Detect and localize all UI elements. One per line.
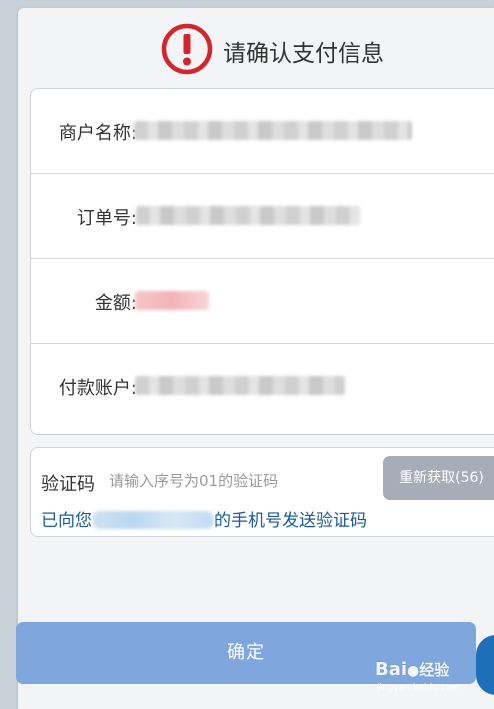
payment-confirm-page: 请确认支付信息 商户名称: 订单号: 金额: 付款账户: 验证码 重新获取(56…: [18, 8, 494, 709]
code-sent-notice: 已向您 的手机号发送验证码: [41, 506, 367, 531]
amount-label: 金额:: [94, 293, 137, 314]
order-number-row: 订单号:: [31, 173, 494, 258]
alert-circle-icon: [161, 23, 213, 75]
verification-code-input[interactable]: [109, 469, 309, 493]
paw-icon: ●: [407, 663, 420, 679]
merchant-name-row: 商户名称:: [31, 89, 494, 173]
verification-card: 验证码 重新获取(56) 已向您 的手机号发送验证码: [30, 447, 494, 537]
merchant-name-label: 商户名称:: [58, 123, 137, 144]
code-sent-prefix: 已向您: [41, 511, 92, 531]
code-sent-suffix: 的手机号发送验证码: [214, 511, 367, 531]
page-title: 请确认支付信息: [223, 41, 384, 67]
verification-code-label: 验证码: [41, 474, 95, 495]
order-number-label: 订单号:: [76, 208, 137, 229]
order-number-value-redacted: [136, 206, 360, 225]
phone-number-redacted: [92, 511, 214, 529]
headset-icon: [476, 635, 494, 695]
baidu-jingyan-watermark: Bai●经验 jingyan.baidu.com: [375, 659, 465, 699]
watermark-logo: Bai●经验: [375, 659, 449, 680]
title-bar: 请确认支付信息: [18, 8, 494, 88]
payment-account-label: 付款账户:: [58, 378, 137, 399]
amount-row: 金额:: [31, 258, 494, 343]
watermark-brand: Bai: [375, 659, 408, 680]
merchant-name-value-redacted: [134, 121, 412, 140]
payment-account-value-redacted: [135, 376, 345, 395]
resend-code-button[interactable]: 重新获取(56): [383, 456, 494, 500]
payment-account-row: 付款账户:: [31, 343, 494, 434]
watermark-url: jingyan.baidu.com: [377, 683, 461, 693]
payment-info-card: 商户名称: 订单号: 金额: 付款账户:: [30, 88, 494, 435]
watermark-brand-suffix: 经验: [419, 661, 450, 679]
amount-value-redacted: [135, 291, 209, 310]
